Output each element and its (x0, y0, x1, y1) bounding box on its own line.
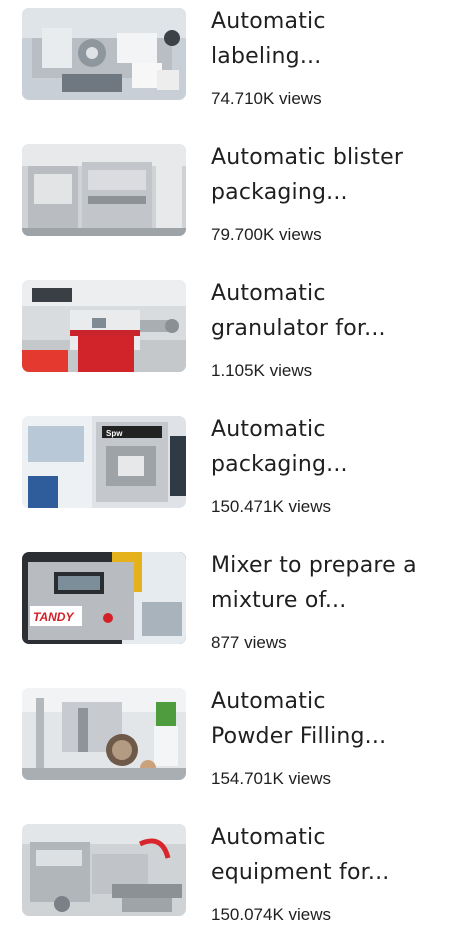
video-list-item[interactable]: TANDY Mixer to prepare a mixture of... 8… (0, 546, 454, 674)
brand-label: Spw (106, 429, 123, 438)
video-thumbnail[interactable] (22, 688, 186, 780)
blister-packaging-machine-thumbnail (22, 144, 186, 236)
view-count: 1.105K views (211, 361, 313, 380)
video-thumbnail[interactable] (22, 824, 186, 916)
view-count: 877 views (211, 633, 287, 652)
automatic-equipment-thumbnail (22, 824, 186, 916)
video-thumbnail[interactable] (22, 280, 186, 372)
video-list-item[interactable]: Automatic granulator for... 1.105K views (0, 274, 454, 402)
mixer-machine-thumbnail: TANDY (22, 552, 186, 644)
video-list-item[interactable]: Automatic Powder Filling... 154.701K vie… (0, 682, 454, 810)
video-thumbnail[interactable] (22, 144, 186, 236)
labeling-machine-thumbnail (22, 8, 186, 100)
video-title[interactable]: Mixer to prepare a mixture of... (211, 548, 449, 618)
video-list-item[interactable]: Automatic blister packaging... 79.700K v… (0, 138, 454, 266)
video-thumbnail[interactable]: TANDY (22, 552, 186, 644)
video-title[interactable]: Automatic blister packaging... (211, 140, 449, 210)
video-title[interactable]: Automatic labeling... (211, 4, 449, 74)
video-thumbnail[interactable]: Spw (22, 416, 186, 508)
view-count: 150.471K views (211, 497, 332, 516)
video-title[interactable]: Automatic granulator for... (211, 276, 449, 346)
video-title[interactable]: Automatic equipment for... (211, 820, 449, 890)
powder-filling-machine-thumbnail (22, 688, 186, 780)
video-list: Automatic labeling... 74.710K views Auto… (0, 0, 454, 927)
view-count: 154.701K views (211, 769, 332, 788)
brand-label: TANDY (33, 610, 74, 624)
packaging-machine-thumbnail: Spw (22, 416, 186, 508)
video-list-item[interactable]: Spw Automatic packaging... 150.471K view… (0, 410, 454, 538)
video-title[interactable]: Automatic packaging... (211, 412, 449, 482)
view-count: 150.074K views (211, 905, 332, 924)
video-title[interactable]: Automatic Powder Filling... (211, 684, 449, 754)
view-count: 74.710K views (211, 89, 322, 108)
granulator-machine-thumbnail (22, 280, 186, 372)
view-count: 79.700K views (211, 225, 322, 244)
video-list-item[interactable]: Automatic labeling... 74.710K views (0, 2, 454, 130)
video-thumbnail[interactable] (22, 8, 186, 100)
